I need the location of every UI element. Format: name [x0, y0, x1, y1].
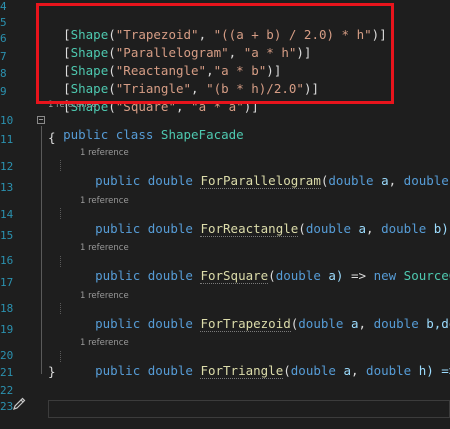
minus-box-icon[interactable]: −	[37, 116, 45, 124]
line-number: 12	[0, 160, 14, 173]
indent-guide	[60, 208, 62, 219]
line-number: 4	[0, 0, 7, 13]
pen-icon[interactable]	[12, 397, 26, 411]
method-reference-codelens[interactable]: 1 reference	[80, 291, 129, 301]
indent-guide	[60, 303, 62, 314]
line-number: 15	[0, 229, 14, 242]
line-number: 6	[0, 32, 7, 45]
class-declaration[interactable]: public class ShapeFacade	[48, 112, 244, 142]
line-number: 7	[0, 50, 7, 63]
line-number: 20	[0, 349, 14, 362]
line-number: 22	[0, 384, 14, 397]
line-number: 10	[0, 114, 14, 127]
method-for-parallelogram[interactable]: public double ForParallelogram(double a,…	[80, 158, 449, 189]
editor-input-line[interactable]	[48, 400, 450, 418]
open-brace: {	[48, 130, 56, 145]
method-for-trapezoid[interactable]: public double ForTrapezoid(double a, dou…	[80, 301, 450, 332]
method-name: ForParallelogram	[200, 173, 321, 189]
line-number: 14	[0, 208, 14, 221]
method-for-reactangle[interactable]: public double ForReactangle(double a, do…	[80, 206, 449, 237]
line-number: 9	[0, 85, 7, 98]
line-number: 21	[0, 366, 14, 379]
line-number: 16	[0, 254, 14, 267]
method-name: ForTrapezoid	[200, 316, 291, 332]
method-name: ForSquare	[200, 268, 269, 284]
line-number: 5	[0, 16, 7, 29]
indent-guide	[60, 256, 62, 267]
line-number: 18	[0, 302, 14, 315]
line-number-gutter: 4 5 6 7 8 9 10 11 12 13 14 15 16 17 18 1…	[0, 0, 14, 429]
close-brace: }	[48, 364, 56, 379]
class-name: ShapeFacade	[160, 127, 244, 142]
method-for-triangle[interactable]: public double ForTriangle(double a, doub…	[80, 348, 450, 379]
line-number: 19	[0, 323, 14, 336]
line-number: 8	[0, 67, 7, 80]
highlight-box	[36, 3, 394, 104]
method-name: ForReactangle	[200, 221, 299, 237]
indent-guide	[60, 351, 62, 362]
method-reference-codelens[interactable]: 1 reference	[80, 148, 129, 158]
line-number: 11	[0, 133, 14, 146]
method-reference-codelens[interactable]: 1 reference	[80, 196, 129, 206]
line-number: 17	[0, 276, 14, 289]
method-name: ForTriangle	[200, 363, 284, 379]
outline-line	[41, 126, 42, 374]
method-reference-codelens[interactable]: 1 reference	[80, 243, 129, 253]
method-for-square[interactable]: public double ForSquare(double a) => new…	[80, 253, 450, 284]
line-number: 13	[0, 181, 14, 194]
method-reference-codelens[interactable]: 1 reference	[80, 338, 129, 348]
indent-guide	[60, 160, 62, 171]
